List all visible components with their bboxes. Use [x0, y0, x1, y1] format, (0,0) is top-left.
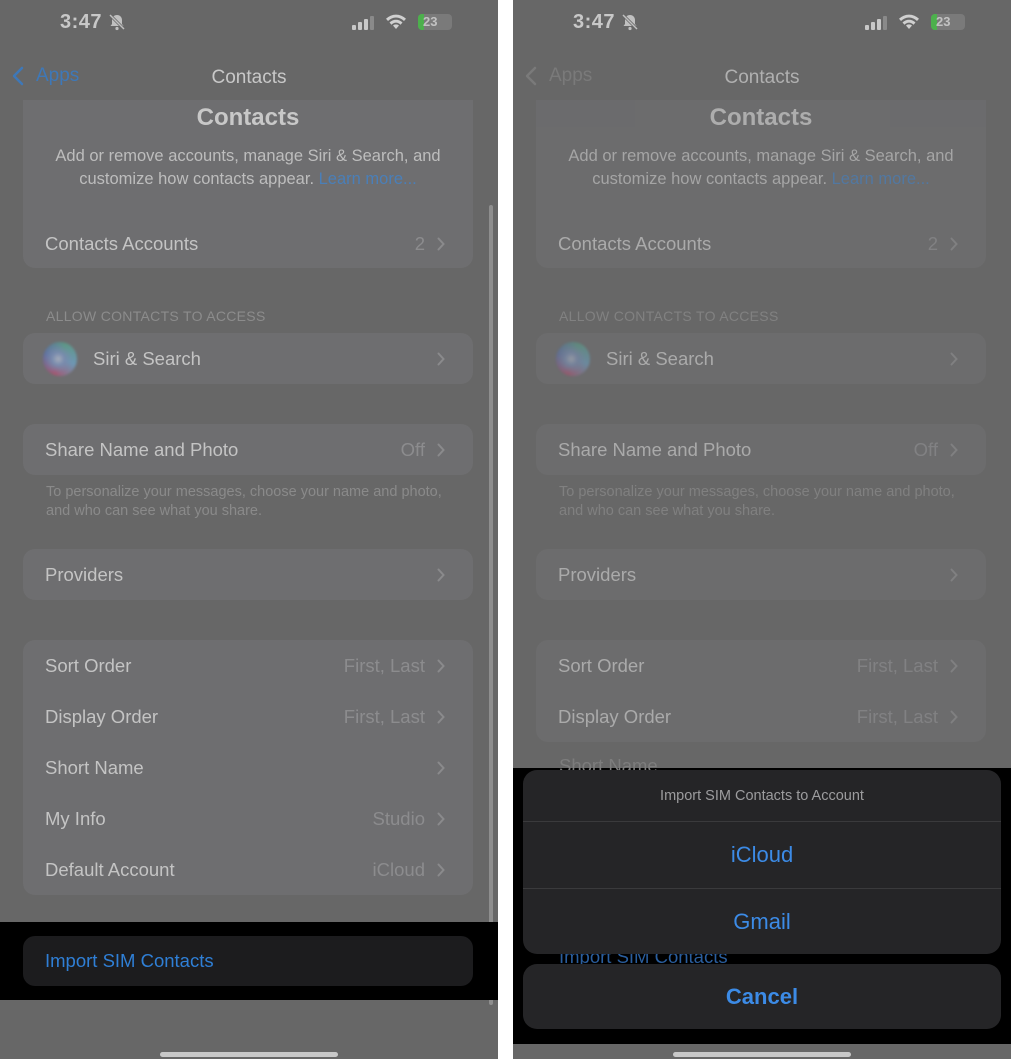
chevron-right-icon — [437, 352, 445, 365]
learn-more-link[interactable]: Learn more... — [319, 170, 417, 188]
chevron-right-icon — [437, 710, 445, 723]
action-sheet-title: Import SIM Contacts to Account — [523, 770, 1001, 822]
icloud-option-button[interactable]: iCloud — [523, 822, 1001, 888]
my-info-row[interactable]: My Info Studio — [23, 793, 473, 844]
chevron-right-icon — [437, 863, 445, 876]
display-order-row: Display Order First, Last — [536, 691, 986, 742]
chevron-right-icon — [437, 659, 445, 672]
page-title: Contacts — [724, 67, 800, 88]
chevron-right-icon — [950, 443, 958, 456]
providers-card: Providers — [536, 549, 986, 600]
chevron-right-icon — [950, 237, 958, 250]
cellular-signal-icon — [352, 16, 374, 30]
providers-row: Providers — [536, 549, 986, 600]
battery-indicator: 23 — [418, 14, 452, 30]
header-description: Add or remove accounts, manage Siri & Se… — [55, 147, 441, 188]
siri-card: Siri & Search — [23, 333, 473, 384]
chevron-right-icon — [950, 568, 958, 581]
status-time: 3:47 — [573, 11, 616, 33]
battery-level: 23 — [423, 14, 438, 29]
contacts-header-card: Contacts Add or remove accounts, manage … — [23, 100, 473, 268]
chevron-right-icon — [437, 568, 445, 581]
display-order-row[interactable]: Display Order First, Last — [23, 691, 473, 742]
share-card: Share Name and Photo Off — [23, 424, 473, 475]
short-name-row[interactable]: Short Name — [23, 742, 473, 793]
import-highlight-strip: Import SIM Contacts — [0, 922, 498, 1000]
phone-screen-action-sheet: 3:47 23 Apps Contacts Contacts Add or re… — [513, 0, 1011, 1059]
action-sheet-cancel-group: Cancel — [523, 964, 1001, 1029]
bell-muted-icon — [108, 13, 126, 31]
status-time: 3:47 — [60, 11, 103, 33]
chevron-right-icon — [950, 352, 958, 365]
navigation-bar: Apps Contacts — [0, 55, 498, 100]
header-description: Add or remove accounts, manage Siri & Se… — [568, 147, 954, 188]
sort-order-row: Sort Order First, Last — [536, 640, 986, 691]
contacts-accounts-row[interactable]: Contacts Accounts 2 — [23, 218, 473, 269]
gmail-option-button[interactable]: Gmail — [523, 888, 1001, 954]
providers-row[interactable]: Providers — [23, 549, 473, 600]
default-account-row[interactable]: Default Account iCloud — [23, 844, 473, 895]
preferences-card: Sort Order First, Last Display Order Fir… — [536, 640, 986, 742]
siri-search-row: Siri & Search — [536, 333, 986, 384]
share-footnote: To personalize your messages, choose you… — [559, 484, 955, 519]
action-sheet: Import SIM Contacts to Account iCloud Gm… — [523, 770, 1001, 954]
import-sim-contacts-button[interactable]: Import SIM Contacts — [23, 936, 473, 986]
wifi-icon — [386, 14, 406, 29]
accounts-count: 2 — [414, 232, 425, 254]
share-name-photo-row[interactable]: Share Name and Photo Off — [23, 424, 473, 475]
section-header-allow-access: ALLOW CONTACTS TO ACCESS — [559, 308, 779, 324]
learn-more-link: Learn more... — [831, 170, 930, 188]
siri-icon — [556, 341, 590, 376]
contacts-accounts-row: Contacts Accounts 2 — [536, 218, 986, 269]
chevron-right-icon — [437, 443, 445, 456]
navigation-bar: Apps Contacts — [513, 55, 1011, 100]
siri-search-row[interactable]: Siri & Search — [23, 333, 473, 384]
scrollbar[interactable] — [489, 205, 493, 1005]
status-bar: 3:47 23 — [0, 0, 498, 50]
preferences-card: Sort Order First, Last Display Order Fir… — [23, 640, 473, 895]
bell-muted-icon — [621, 13, 639, 31]
home-indicator — [160, 1052, 338, 1057]
siri-icon — [43, 341, 77, 376]
contacts-header-card: Contacts Add or remove accounts, manage … — [536, 100, 986, 268]
siri-card: Siri & Search — [536, 333, 986, 384]
home-indicator — [673, 1052, 851, 1057]
status-bar: 3:47 23 — [513, 0, 1011, 50]
battery-level: 23 — [936, 14, 951, 29]
cancel-button[interactable]: Cancel — [523, 964, 1001, 1029]
battery-indicator: 23 — [931, 14, 965, 30]
sort-order-row[interactable]: Sort Order First, Last — [23, 640, 473, 691]
header-title: Contacts — [709, 104, 813, 131]
settings-content: Contacts Add or remove accounts, manage … — [0, 100, 498, 1059]
chevron-right-icon — [950, 710, 958, 723]
providers-card: Providers — [23, 549, 473, 600]
wifi-icon — [899, 14, 919, 29]
page-title: Contacts — [211, 67, 287, 88]
section-header-allow-access: ALLOW CONTACTS TO ACCESS — [46, 308, 266, 324]
phone-screen-settings: 3:47 23 Apps Contacts Contacts Add or re… — [0, 0, 498, 1059]
chevron-right-icon — [437, 812, 445, 825]
chevron-right-icon — [950, 659, 958, 672]
share-name-photo-row: Share Name and Photo Off — [536, 424, 986, 475]
cellular-signal-icon — [865, 16, 887, 30]
share-footnote: To personalize your messages, choose you… — [46, 484, 442, 519]
chevron-right-icon — [437, 761, 445, 774]
chevron-right-icon — [437, 237, 445, 250]
header-title: Contacts — [196, 104, 300, 131]
share-card: Share Name and Photo Off — [536, 424, 986, 475]
